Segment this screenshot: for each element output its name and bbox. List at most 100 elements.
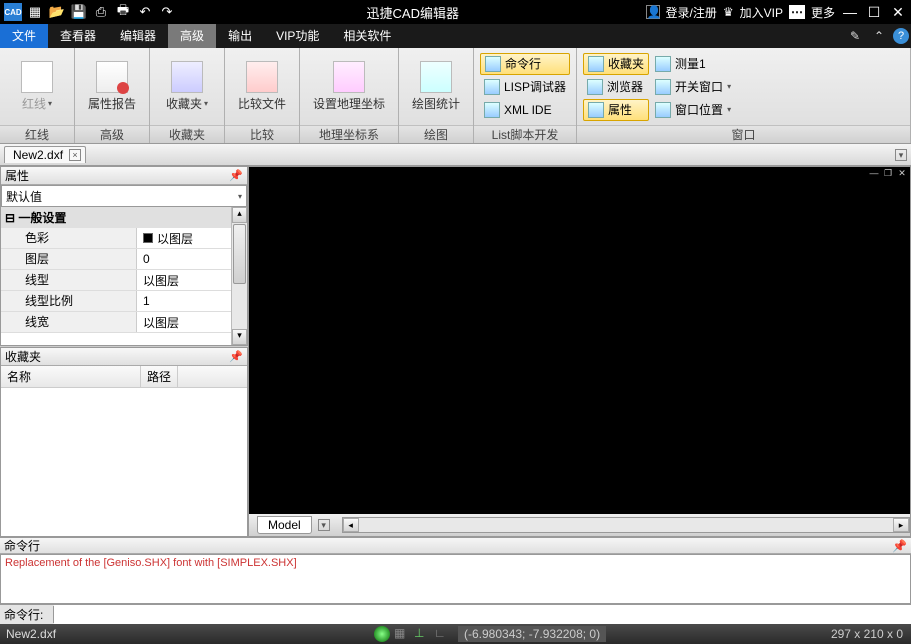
cmdline-button[interactable]: 命令行 (480, 53, 570, 75)
title-bar: CAD ▦ 📂 💾 ⎙ 🖶 ↶ ↷ 迅捷CAD编辑器 👤 登录/注册 ♛ 加入V… (0, 0, 911, 24)
redline-button[interactable]: 红线▾ (6, 59, 68, 114)
props-scrollbar[interactable]: ▴▾ (231, 207, 247, 345)
ribbon: 红线▾红线 属性报告高级 收藏夹▾收藏夹 比较文件比较 设置地理坐标地理坐标系 … (0, 48, 911, 144)
tab-close-icon[interactable]: × (69, 149, 81, 161)
document-tab-strip: New2.dxf × ▾ (0, 144, 911, 166)
geo-coords-button[interactable]: 设置地理坐标 (306, 59, 392, 114)
favorites-panel-title: 收藏夹 (5, 348, 41, 365)
canvas-close-icon[interactable]: ✕ (896, 168, 908, 178)
group-favorites-label: 收藏夹 (150, 125, 224, 143)
print-icon[interactable]: 🖶 (114, 3, 132, 21)
prop-row-ltscale[interactable]: 线型比例1 (1, 291, 231, 312)
saveall-icon[interactable]: ⎙ (92, 3, 110, 21)
open-icon[interactable]: 📂 (48, 3, 66, 21)
menu-vip[interactable]: VIP功能 (264, 24, 331, 48)
undo-icon[interactable]: ↶ (136, 3, 154, 21)
redo-icon[interactable]: ↷ (158, 3, 176, 21)
lisp-debugger-button[interactable]: LISP调试器 (480, 76, 570, 98)
menu-file[interactable]: 文件 (0, 24, 48, 48)
model-tab[interactable]: Model (257, 516, 312, 534)
properties-panel-title: 属性 (5, 167, 29, 184)
pencil-icon[interactable]: ✎ (845, 26, 865, 46)
help-icon[interactable]: ? (893, 28, 909, 44)
status-ortho-icon[interactable]: ∟ (434, 626, 450, 642)
chevron-down-icon: ▾ (238, 192, 242, 201)
browser-button[interactable]: 浏览器 (583, 76, 649, 98)
command-output[interactable]: Replacement of the [Geniso.SHX] font wit… (0, 554, 911, 604)
prop-row-layer[interactable]: 图层0 (1, 249, 231, 270)
fav-col-path[interactable]: 路径 (141, 366, 178, 387)
menu-output[interactable]: 输出 (216, 24, 264, 48)
quick-access-toolbar: CAD ▦ 📂 💾 ⎙ 🖶 ↶ ↷ (0, 3, 180, 21)
menu-editor[interactable]: 编辑器 (108, 24, 168, 48)
fav-col-name[interactable]: 名称 (1, 366, 141, 387)
avatar-icon[interactable]: 👤 (646, 5, 660, 19)
menu-bar: 文件 查看器 编辑器 高级 输出 VIP功能 相关软件 ✎ ⌃ ? (0, 24, 911, 48)
more-link[interactable]: 更多 (811, 4, 835, 21)
group-compare-label: 比较 (225, 125, 299, 143)
left-dock: 属性 📌 默认值▾ ⊟ 一般设置 色彩以图层 图层0 线型以图层 线型比例1 线宽… (0, 166, 248, 537)
close-icon[interactable]: ✕ (889, 3, 907, 21)
command-line: 命令行: (0, 604, 911, 624)
status-file: New2.dxf (0, 627, 370, 641)
draw-stats-button[interactable]: 绘图统计 (405, 59, 467, 114)
properties-button[interactable]: 属性 (583, 99, 649, 121)
menu-advanced[interactable]: 高级 (168, 24, 216, 48)
status-bar: New2.dxf ▦ ⊥ ∟ (-6.980343; -7.932208; 0)… (0, 624, 911, 644)
save-icon[interactable]: 💾 (70, 3, 88, 21)
toggle-window-button[interactable]: 开关窗口▾ (651, 76, 735, 98)
minimize-icon[interactable]: — (841, 3, 859, 21)
vip-link[interactable]: 加入VIP (740, 4, 783, 21)
fav-panel-button[interactable]: 收藏夹 (583, 53, 649, 75)
document-tab[interactable]: New2.dxf × (4, 146, 86, 163)
canvas-min-icon[interactable]: — (868, 168, 880, 178)
more-icon[interactable]: ⋯ (789, 5, 805, 19)
status-dims: 297 x 210 x 0 (823, 627, 911, 641)
prop-row-linetype[interactable]: 线型以图层 (1, 270, 231, 291)
scroll-right-icon: ▸ (893, 518, 909, 532)
favorites-panel: 收藏夹 📌 名称 路径 (0, 347, 248, 537)
new-icon[interactable]: ▦ (26, 3, 44, 21)
group-window-label: 窗口 (577, 125, 910, 143)
command-prompt-label: 命令行: (0, 606, 54, 623)
compare-button[interactable]: 比较文件 (231, 59, 293, 114)
canvas-max-icon[interactable]: ❐ (882, 168, 894, 178)
prop-row-lineweight[interactable]: 线宽以图层 (1, 312, 231, 333)
collapse-icon[interactable]: ⌃ (869, 26, 889, 46)
canvas-wrap: — ❐ ✕ Model ▾ ◂▸ (248, 166, 911, 537)
default-combo[interactable]: 默认值▾ (1, 185, 247, 207)
xml-ide-button[interactable]: XML IDE (480, 99, 570, 121)
favorites-button[interactable]: 收藏夹▾ (156, 59, 218, 114)
app-title: 迅捷CAD编辑器 (180, 3, 646, 22)
login-link[interactable]: 登录/注册 (666, 4, 717, 21)
menu-viewer[interactable]: 查看器 (48, 24, 108, 48)
status-grid-icon[interactable]: ▦ (394, 626, 410, 642)
crown-icon: ♛ (723, 5, 734, 19)
group-geo-label: 地理坐标系 (300, 125, 398, 143)
drawing-canvas[interactable] (249, 179, 910, 514)
command-input[interactable] (54, 605, 911, 624)
status-globe-icon[interactable] (374, 626, 390, 642)
property-report-button[interactable]: 属性报告 (81, 59, 143, 114)
section-general[interactable]: ⊟ 一般设置 (1, 207, 231, 228)
maximize-icon[interactable]: ☐ (865, 3, 883, 21)
tabstrip-menu-icon[interactable]: ▾ (895, 149, 907, 161)
prop-row-color[interactable]: 色彩以图层 (1, 228, 231, 249)
layout-menu-icon[interactable]: ▾ (318, 519, 330, 531)
status-snap-icon[interactable]: ⊥ (414, 626, 430, 642)
window-pos-button[interactable]: 窗口位置▾ (651, 99, 735, 121)
canvas-window-controls: — ❐ ✕ (249, 167, 910, 179)
command-panel: 命令行 📌 Replacement of the [Geniso.SHX] fon… (0, 537, 911, 624)
measure1-button[interactable]: 测量1 (651, 53, 735, 75)
group-advanced-label: 高级 (75, 125, 149, 143)
pin-icon[interactable]: 📌 (229, 169, 243, 182)
pin-icon[interactable]: 📌 (892, 539, 907, 553)
pin-icon[interactable]: 📌 (229, 350, 243, 363)
command-panel-title: 命令行 (4, 537, 40, 554)
menu-related[interactable]: 相关软件 (331, 24, 403, 48)
horizontal-scrollbar[interactable]: ◂▸ (342, 517, 910, 533)
scroll-left-icon: ◂ (343, 518, 359, 532)
app-icon[interactable]: CAD (4, 3, 22, 21)
main-area: 属性 📌 默认值▾ ⊟ 一般设置 色彩以图层 图层0 线型以图层 线型比例1 线宽… (0, 166, 911, 537)
favorites-table[interactable]: 名称 路径 (1, 366, 247, 536)
